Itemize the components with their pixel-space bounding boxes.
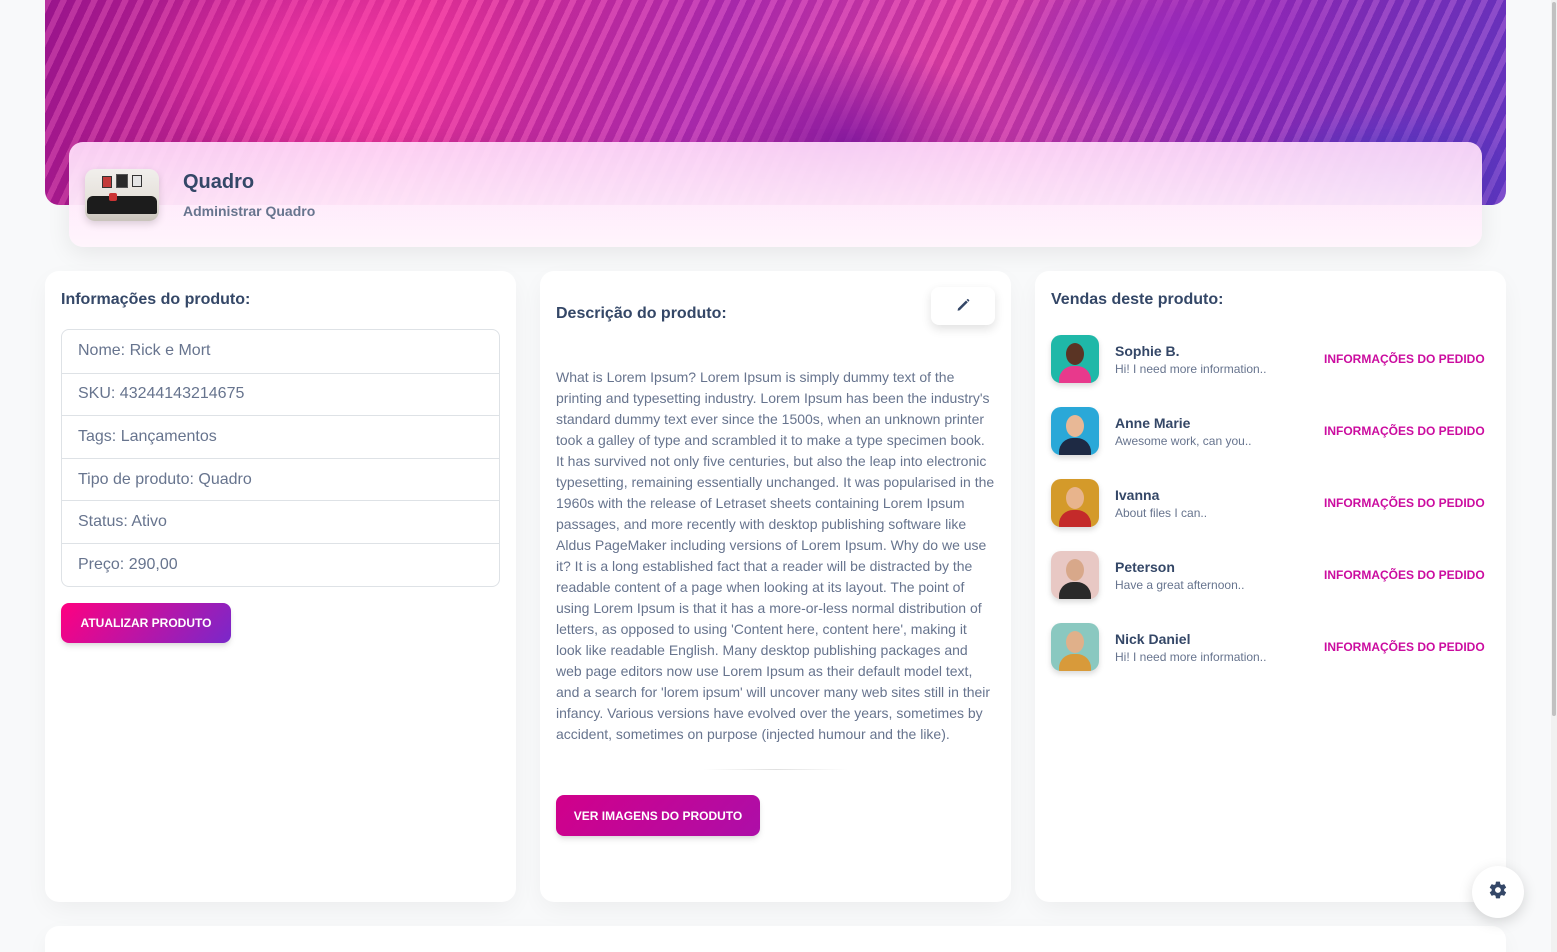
divider [703,769,848,770]
info-card-title: Informações do produto: [61,291,251,308]
description-card-title: Descrição do produto: [556,305,727,322]
avatar [1051,335,1099,383]
sale-item: Anne Marie Awesome work, can you.. INFOR… [1051,407,1490,455]
page-title: Quadro [183,170,255,193]
customer-name: Nick Daniel [1115,630,1191,647]
scrollbar-thumb[interactable] [1552,2,1556,716]
info-item-tags: Tags: Lançamentos [62,415,499,458]
sale-item: Peterson Have a great afternoon.. INFORM… [1051,551,1490,599]
customer-name: Peterson [1115,558,1175,575]
product-thumbnail [85,168,159,221]
info-item-price: Preço: 290,00 [62,542,499,586]
product-header: Quadro Administrar Quadro [69,142,1482,247]
edit-description-button[interactable] [931,287,995,325]
page-subtitle: Administrar Quadro [183,202,316,219]
sale-item: Nick Daniel Hi! I need more information.… [1051,623,1490,671]
sales-card-title: Vendas deste produto: [1051,291,1224,308]
order-info-link[interactable]: INFORMAÇÕES DO PEDIDO [1324,352,1485,366]
avatar [1051,479,1099,527]
info-item-type: Tipo de produto: Quadro [62,457,499,501]
scrollbar[interactable] [1551,0,1557,952]
pencil-icon [955,297,971,316]
customer-name: Ivanna [1115,486,1160,503]
view-images-button[interactable]: VER IMAGENS DO PRODUTO [556,795,760,836]
gear-icon [1488,880,1508,905]
description-text: What is Lorem Ipsum? Lorem Ipsum is simp… [556,369,995,742]
avatar [1051,407,1099,455]
order-info-link[interactable]: INFORMAÇÕES DO PEDIDO [1324,568,1485,582]
customer-message: Hi! I need more information.. [1115,649,1267,664]
bottom-card [45,926,1506,952]
sale-item: Ivanna About files I can.. INFORMAÇÕES D… [1051,479,1490,527]
order-info-link[interactable]: INFORMAÇÕES DO PEDIDO [1324,424,1485,438]
avatar [1051,551,1099,599]
product-info-list: Nome: Rick e Mort SKU: 43244143214675 Ta… [61,329,500,587]
sale-item: Sophie B. Hi! I need more information.. … [1051,335,1490,383]
info-item-name: Nome: Rick e Mort [78,342,211,360]
customer-name: Sophie B. [1115,342,1180,359]
customer-message: Hi! I need more information.. [1115,361,1267,376]
customer-name: Anne Marie [1115,414,1191,431]
update-product-button[interactable]: ATUALIZAR PRODUTO [61,602,231,643]
customer-message: Awesome work, can you.. [1115,433,1252,448]
product-info-card: Informações do produto: Nome: Rick e Mor… [45,271,516,902]
info-item-sku: SKU: 43244143214675 [62,372,499,416]
order-info-link[interactable]: INFORMAÇÕES DO PEDIDO [1324,496,1485,510]
sales-list: Sophie B. Hi! I need more information.. … [1051,335,1490,671]
settings-button[interactable] [1472,866,1524,918]
customer-message: Have a great afternoon.. [1115,577,1245,592]
customer-message: About files I can.. [1115,505,1208,520]
product-sales-card: Vendas deste produto: Sophie B. Hi! I ne… [1035,271,1506,902]
product-description-card: Descrição do produto: What is Lorem Ipsu… [540,271,1011,902]
info-item-status: Status: Ativo [62,500,499,543]
order-info-link[interactable]: INFORMAÇÕES DO PEDIDO [1324,640,1485,654]
avatar [1051,623,1099,671]
